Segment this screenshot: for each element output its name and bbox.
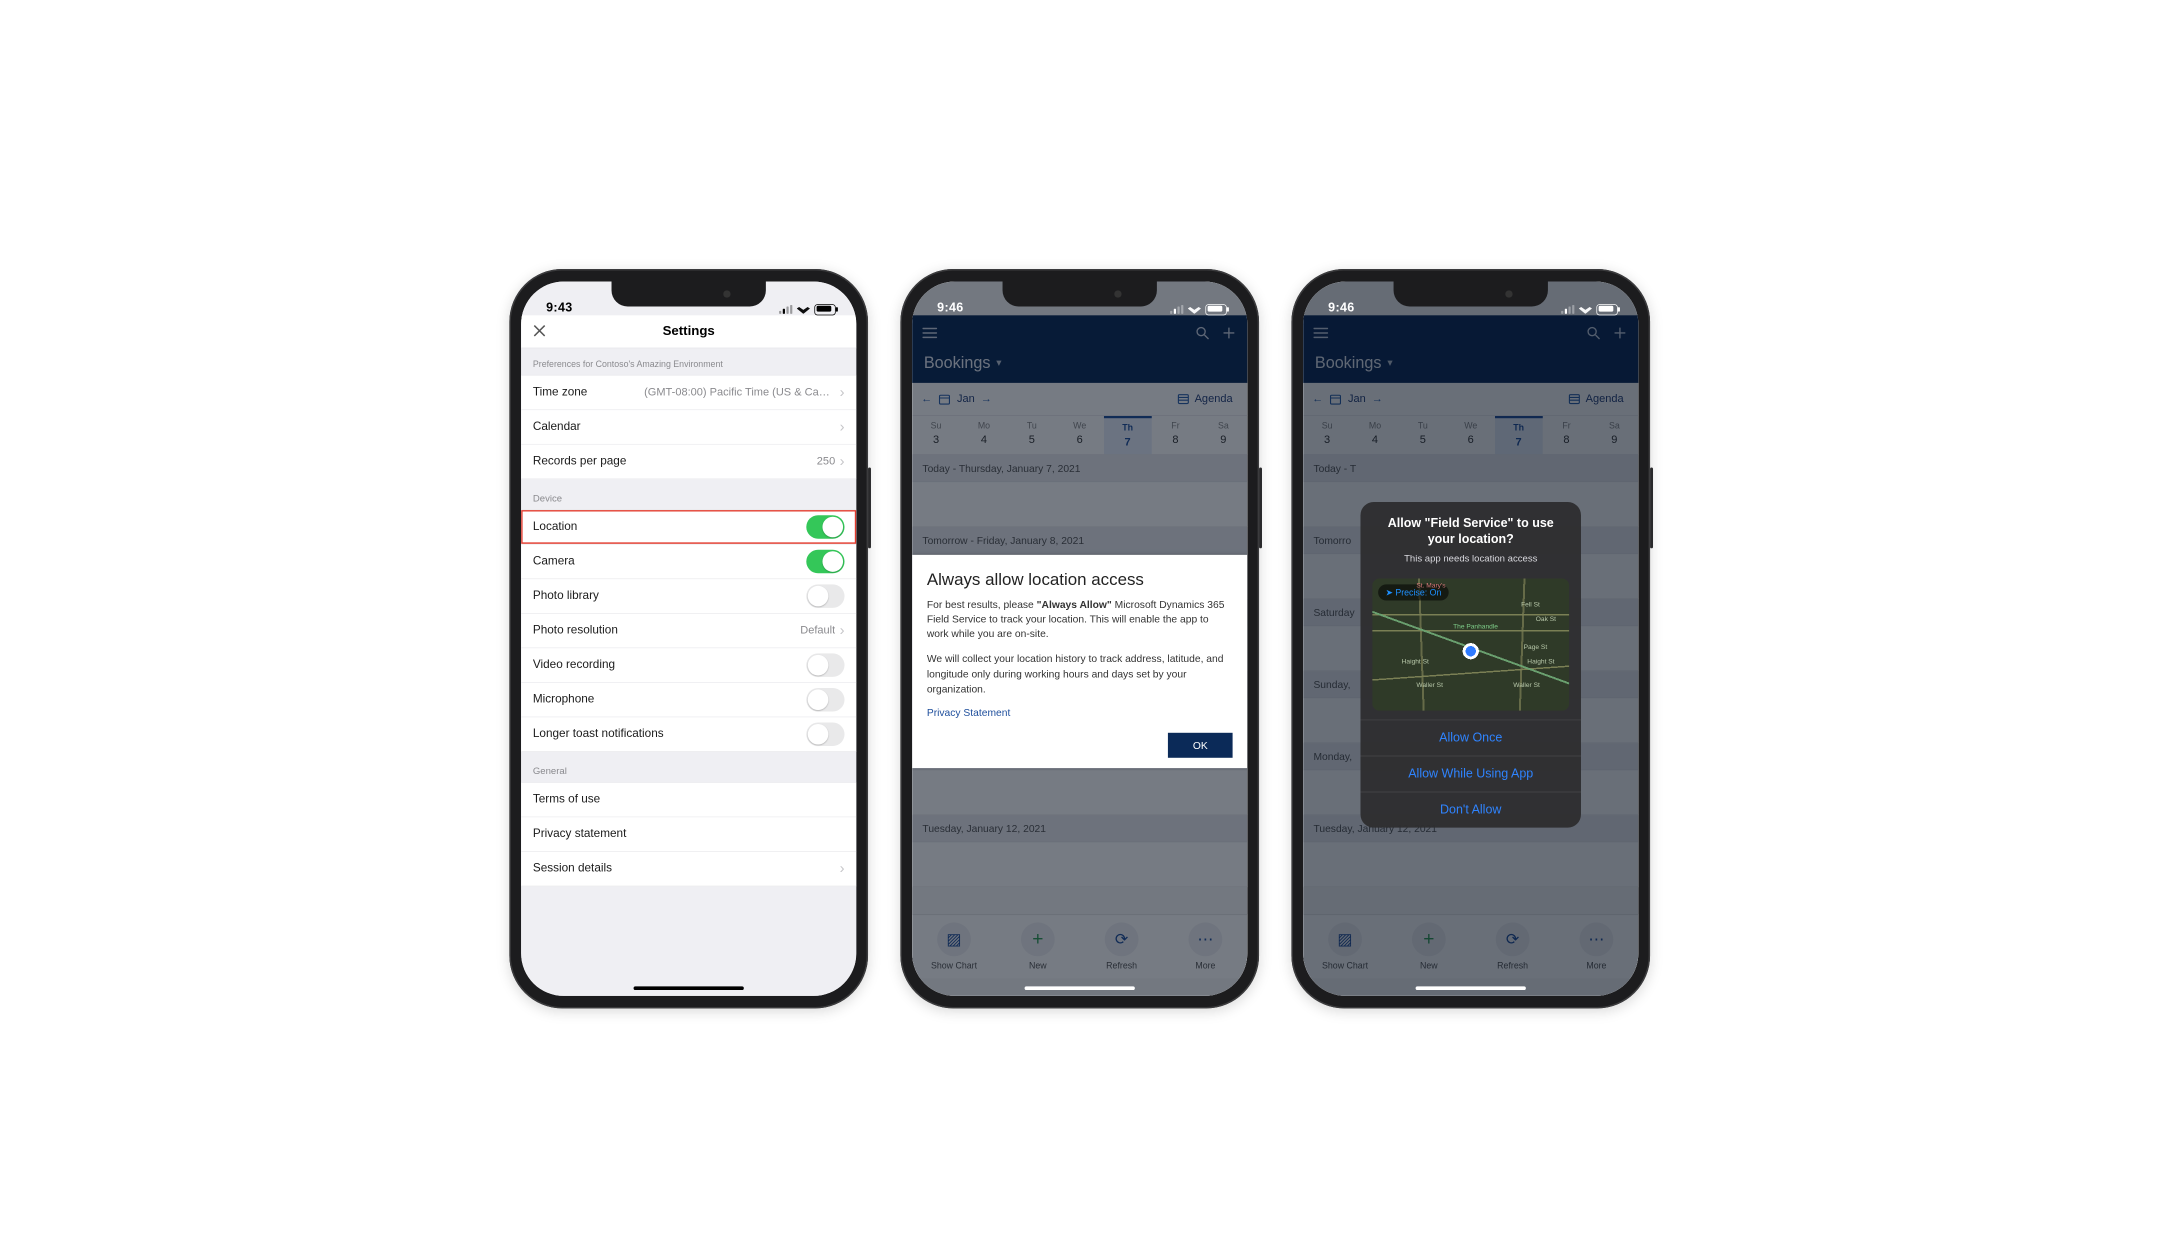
row-photo-library[interactable]: Photo library: [521, 579, 856, 614]
map-street-label: Page St: [1524, 643, 1548, 650]
section-header-device: Device: [521, 479, 856, 509]
row-label: Session details: [533, 862, 612, 875]
row-photo-resolution[interactable]: Photo resolution Default ›: [521, 613, 856, 648]
chevron-right-icon: ›: [840, 623, 845, 638]
alert-title: Allow "Field Service" to use your locati…: [1375, 515, 1566, 549]
row-location[interactable]: Location: [521, 510, 856, 545]
phone-frame-1: 9:43 Settings Preferences for Contoso's …: [509, 269, 868, 1008]
row-label: Terms of use: [533, 793, 600, 806]
row-time-zone[interactable]: Time zone (GMT-08:00) Pacific Time (US &…: [521, 375, 856, 410]
section-header-preferences: Preferences for Contoso's Amazing Enviro…: [521, 348, 856, 374]
row-label: Microphone: [533, 693, 594, 706]
battery-icon: [814, 304, 835, 315]
dont-allow-button[interactable]: Don't Allow: [1360, 792, 1581, 828]
row-label: Privacy statement: [533, 827, 626, 840]
chevron-right-icon: ›: [840, 385, 845, 400]
toggle-location[interactable]: [806, 515, 844, 539]
sheet-paragraph-2: We will collect your location history to…: [927, 651, 1233, 696]
map-street-label: Fell St: [1521, 601, 1540, 608]
row-label: Calendar: [533, 420, 581, 433]
map-street-label: Waller St: [1416, 682, 1443, 689]
chevron-right-icon: ›: [840, 861, 845, 876]
chevron-right-icon: ›: [840, 454, 845, 469]
phone-frame-2: 9:46 Bookings ▾: [900, 269, 1259, 1008]
row-label: Longer toast notifications: [533, 727, 664, 740]
sheet-paragraph-1: For best results, please "Always Allow" …: [927, 596, 1233, 641]
status-time: 9:46: [937, 300, 963, 315]
map-street-label: The Panhandle: [1453, 623, 1498, 630]
status-time: 9:46: [1328, 300, 1354, 315]
row-value: (GMT-08:00) Pacific Time (US & Cana...: [644, 386, 835, 398]
row-terms-of-use[interactable]: Terms of use: [521, 782, 856, 817]
home-indicator[interactable]: [634, 986, 744, 990]
home-indicator[interactable]: [1025, 986, 1135, 990]
allow-while-using-button[interactable]: Allow While Using App: [1360, 756, 1581, 792]
battery-icon: [1596, 304, 1617, 315]
settings-nav-bar: Settings: [521, 315, 856, 348]
home-indicator[interactable]: [1416, 986, 1526, 990]
signal-icon: [779, 305, 792, 314]
toggle-toast[interactable]: [806, 722, 844, 746]
alert-map-preview: ➤ Precise: On St. Mary's Fell St Oak St …: [1372, 579, 1569, 711]
row-label: Time zone: [533, 386, 587, 399]
map-street-label: Oak St: [1536, 615, 1556, 622]
row-camera[interactable]: Camera: [521, 544, 856, 579]
ok-button[interactable]: OK: [1168, 733, 1233, 758]
section-header-general: General: [521, 752, 856, 782]
toggle-video[interactable]: [806, 653, 844, 677]
sheet-title: Always allow location access: [927, 569, 1233, 589]
alert-subtitle: This app needs location access: [1375, 553, 1566, 564]
row-microphone[interactable]: Microphone: [521, 682, 856, 717]
status-time: 9:43: [546, 300, 572, 315]
map-street-label: Waller St: [1513, 682, 1540, 689]
toggle-camera[interactable]: [806, 549, 844, 573]
row-label: Photo library: [533, 589, 599, 602]
row-privacy-statement[interactable]: Privacy statement: [521, 817, 856, 852]
signal-icon: [1561, 305, 1574, 314]
wifi-icon: [797, 305, 810, 314]
status-bar: 9:46: [1303, 281, 1638, 316]
row-label: Video recording: [533, 658, 615, 671]
location-access-sheet: Always allow location access For best re…: [912, 555, 1247, 769]
map-street-label: St. Mary's: [1416, 582, 1445, 589]
toggle-microphone[interactable]: [806, 688, 844, 712]
row-video-recording[interactable]: Video recording: [521, 648, 856, 683]
row-toast-notifications[interactable]: Longer toast notifications: [521, 717, 856, 752]
row-records-per-page[interactable]: Records per page 250 ›: [521, 444, 856, 479]
battery-icon: [1205, 304, 1226, 315]
signal-icon: [1170, 305, 1183, 314]
close-icon[interactable]: [533, 324, 546, 337]
privacy-statement-link[interactable]: Privacy Statement: [927, 707, 1011, 719]
toggle-photo-library[interactable]: [806, 584, 844, 608]
row-label: Photo resolution: [533, 624, 618, 637]
phone-frame-3: 9:46 Bookings ▾: [1291, 269, 1650, 1008]
status-bar: 9:46: [912, 281, 1247, 316]
row-label: Location: [533, 520, 577, 533]
row-session-details[interactable]: Session details ›: [521, 851, 856, 886]
status-bar: 9:43: [521, 281, 856, 316]
map-street-label: Haight St: [1402, 658, 1429, 665]
ios-location-permission-alert: Allow "Field Service" to use your locati…: [1360, 502, 1581, 828]
page-title: Settings: [663, 323, 715, 338]
row-label: Records per page: [533, 455, 626, 468]
chevron-right-icon: ›: [840, 419, 845, 434]
map-street-label: Haight St: [1527, 658, 1554, 665]
row-label: Camera: [533, 555, 575, 568]
row-calendar[interactable]: Calendar ›: [521, 410, 856, 445]
row-value: Default: [800, 624, 835, 636]
wifi-icon: [1188, 305, 1201, 314]
row-value: 250: [817, 455, 835, 467]
allow-once-button[interactable]: Allow Once: [1360, 720, 1581, 756]
wifi-icon: [1579, 305, 1592, 314]
